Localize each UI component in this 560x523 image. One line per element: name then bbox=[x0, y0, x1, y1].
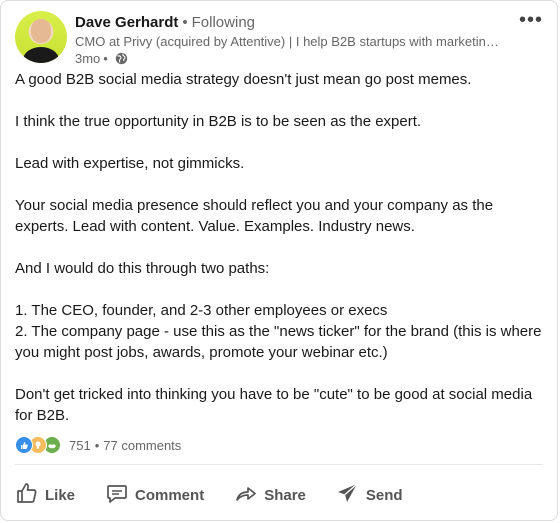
divider bbox=[15, 464, 543, 465]
author-meta: Dave Gerhardt • Following CMO at Privy (ac… bbox=[75, 13, 503, 67]
post-paragraph: Don't get tricked into thinking you have… bbox=[15, 386, 533, 424]
author-name[interactable]: Dave Gerhardt bbox=[75, 14, 178, 31]
time-separator: • bbox=[103, 51, 108, 66]
thumbs-up-icon bbox=[15, 481, 39, 509]
post-list-item: 2. The company page - use this as the "n… bbox=[15, 323, 542, 361]
post-header: Dave Gerhardt • Following CMO at Privy (ac… bbox=[15, 10, 543, 67]
reactions-bar[interactable]: 751 • 77 comments bbox=[15, 435, 543, 455]
comment-count[interactable]: 77 comments bbox=[103, 438, 181, 453]
follow-status[interactable]: Following bbox=[192, 14, 255, 31]
share-button[interactable]: Share bbox=[230, 477, 310, 513]
reaction-count[interactable]: 751 bbox=[69, 438, 91, 453]
post-time-line: 3mo • bbox=[75, 50, 503, 67]
post-paragraph: And I would do this through two paths: bbox=[15, 260, 270, 277]
comment-label: Comment bbox=[135, 486, 205, 504]
avatar-head bbox=[31, 19, 51, 43]
share-label: Share bbox=[264, 486, 306, 504]
post-time[interactable]: 3mo bbox=[75, 50, 100, 67]
post-paragraph: Lead with expertise, not gimmicks. bbox=[15, 155, 245, 172]
author-headline: CMO at Privy (acquired by Attentive) | I… bbox=[75, 34, 499, 49]
name-separator: • bbox=[182, 14, 188, 31]
post-paragraph: A good B2B social media strategy doesn't… bbox=[15, 71, 472, 88]
send-icon bbox=[336, 481, 360, 509]
more-options-icon[interactable]: ••• bbox=[519, 10, 543, 30]
post-body: A good B2B social media strategy doesn't… bbox=[15, 69, 543, 426]
send-button[interactable]: Send bbox=[332, 477, 407, 513]
like-button[interactable]: Like bbox=[11, 477, 79, 513]
post-list-item: 1. The CEO, founder, and 2-3 other emplo… bbox=[15, 302, 388, 319]
post-paragraph: Your social media presence should reflec… bbox=[15, 197, 494, 235]
post-paragraph: I think the true opportunity in B2B is t… bbox=[15, 113, 422, 130]
name-line: Dave Gerhardt • Following bbox=[75, 13, 503, 33]
globe-icon bbox=[115, 52, 128, 65]
reaction-icons[interactable] bbox=[15, 436, 61, 454]
like-icon bbox=[15, 436, 33, 454]
reaction-separator: • bbox=[94, 437, 100, 453]
action-bar: Like Comment Share Send bbox=[11, 475, 547, 515]
avatar-shirt bbox=[23, 47, 59, 63]
comment-button[interactable]: Comment bbox=[101, 477, 208, 513]
avatar[interactable] bbox=[15, 11, 67, 63]
share-arrow-icon bbox=[234, 481, 258, 509]
like-label: Like bbox=[45, 486, 76, 504]
send-label: Send bbox=[365, 486, 403, 504]
post-card: Dave Gerhardt • Following CMO at Privy (ac… bbox=[0, 0, 558, 521]
comment-icon bbox=[105, 481, 129, 509]
